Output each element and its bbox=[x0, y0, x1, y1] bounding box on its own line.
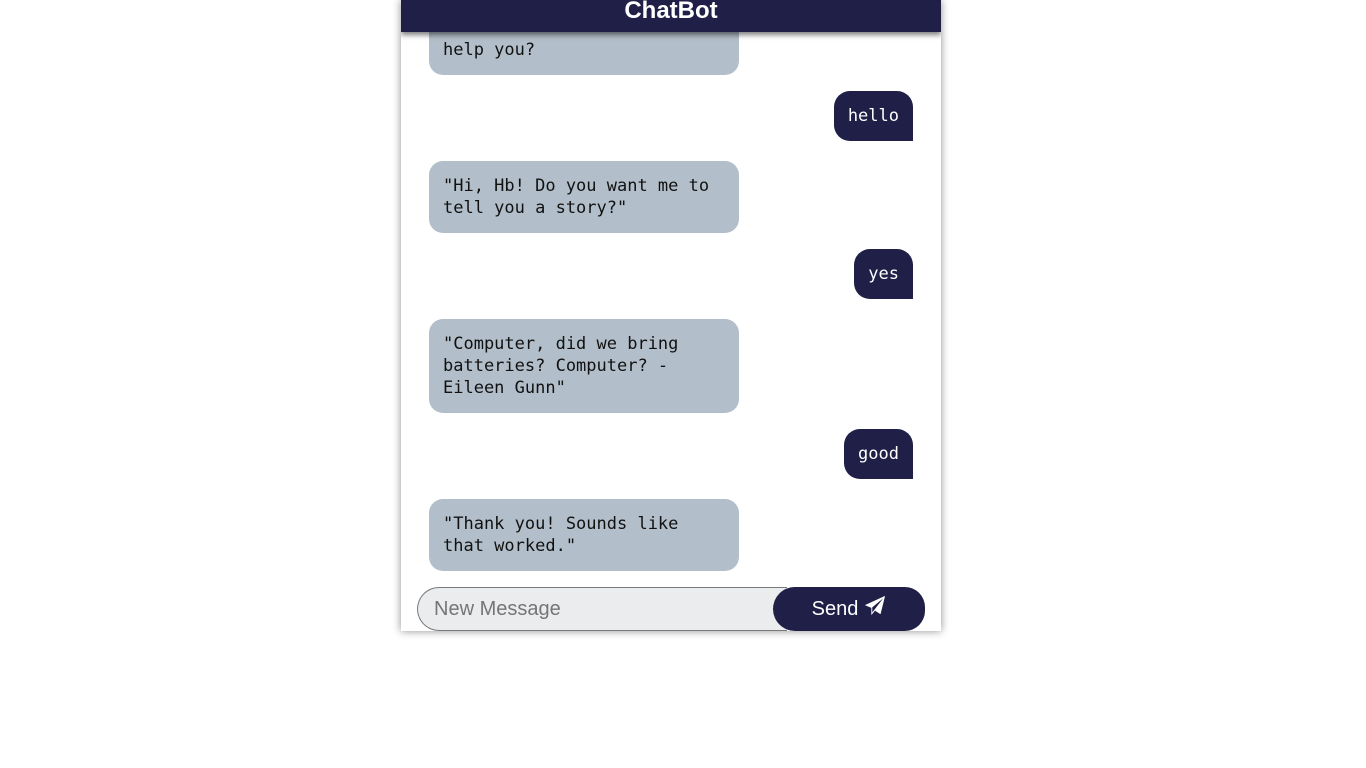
send-button-label: Send bbox=[811, 597, 859, 620]
bot-message: "Hi, Hb! Do you want me to tell you a st… bbox=[429, 161, 739, 233]
user-message: yes bbox=[854, 249, 913, 299]
user-message: good bbox=[844, 429, 913, 479]
message-composer: Send bbox=[417, 587, 925, 631]
user-message: hello bbox=[833, 91, 913, 141]
bot-message: "Computer, did we bring batteries? Compu… bbox=[429, 319, 739, 413]
send-button[interactable]: Send bbox=[773, 587, 925, 631]
message-input[interactable] bbox=[417, 587, 787, 631]
paper-plane-icon bbox=[864, 595, 886, 623]
app-header: ChatBot bbox=[401, 0, 941, 32]
page-title: ChatBot bbox=[624, 0, 718, 24]
bot-message: "Thank you! Sounds like that worked." bbox=[429, 499, 739, 571]
chat-log[interactable]: help you? hello "Hi, Hb! Do you want me … bbox=[401, 0, 941, 580]
chatbot-window: help you? hello "Hi, Hb! Do you want me … bbox=[401, 0, 941, 631]
